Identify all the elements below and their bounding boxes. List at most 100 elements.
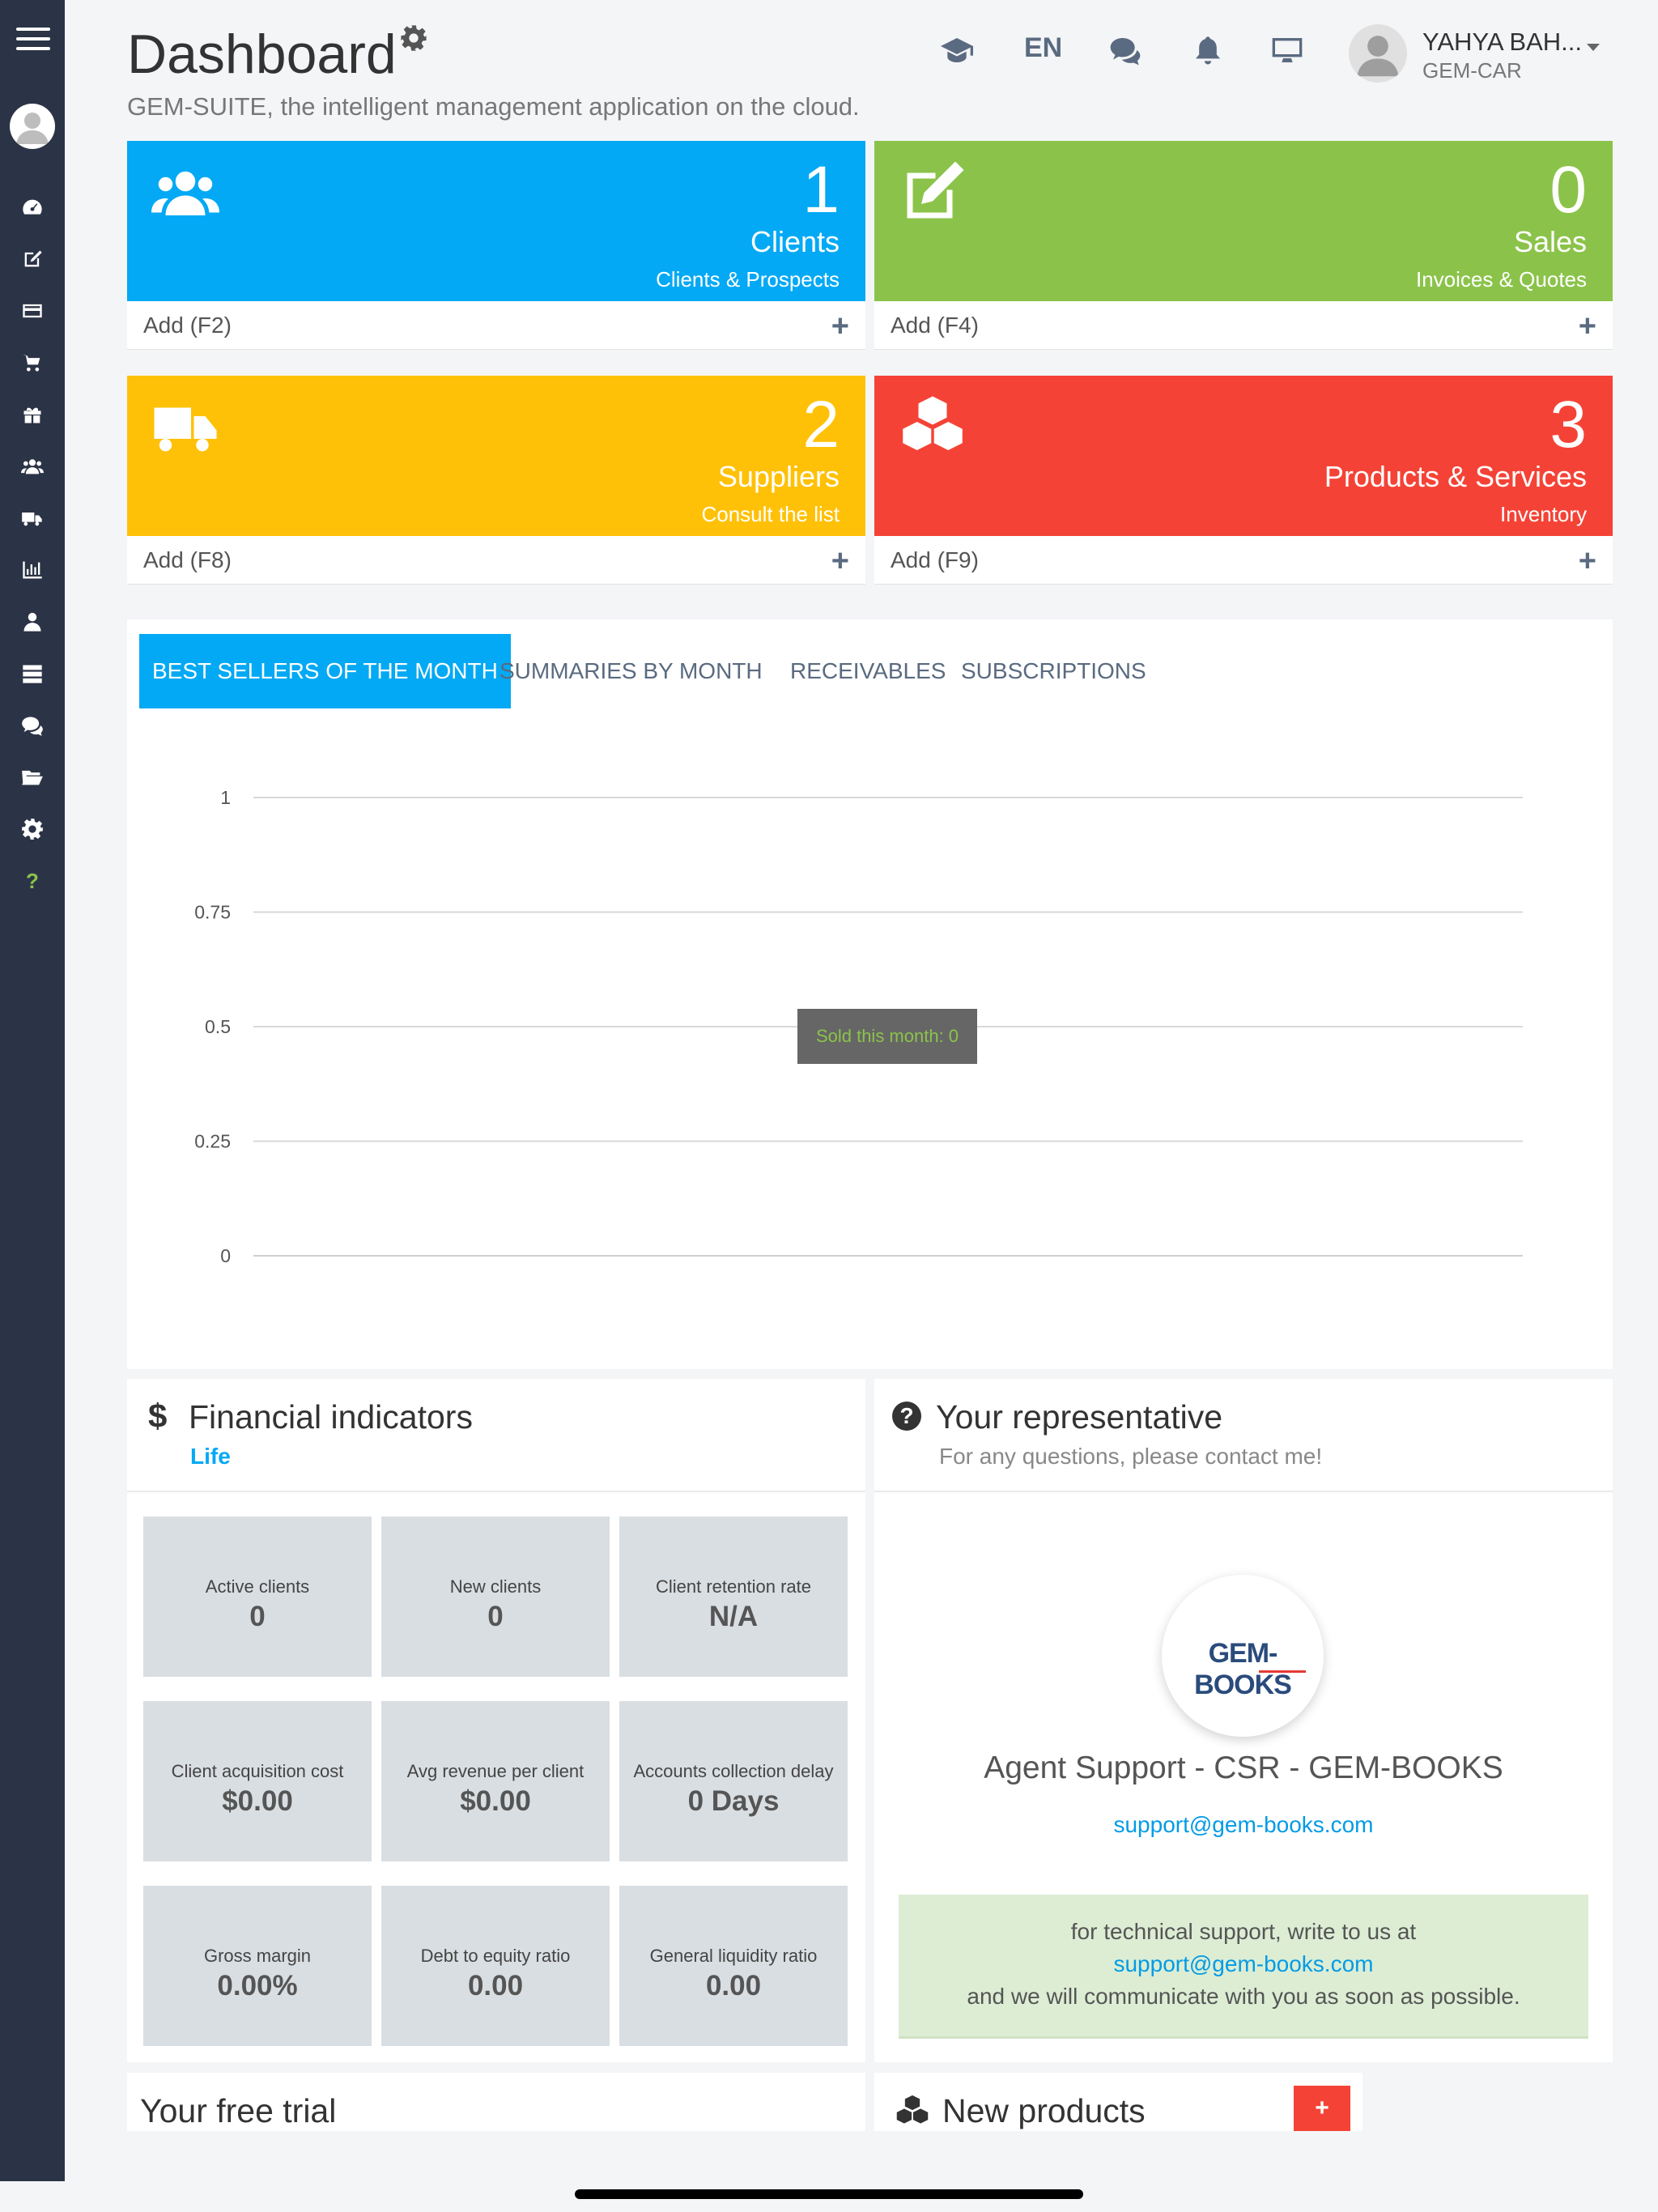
comments-icon[interactable] (1107, 32, 1143, 68)
tile-description: Inventory (1500, 502, 1587, 526)
kpi-card: Client retention rate N/A (619, 1516, 848, 1677)
kpi-value: 0 (487, 1601, 504, 1632)
kpi-card: Active clients 0 (143, 1516, 372, 1677)
home-indicator[interactable] (575, 2189, 1083, 2199)
kpi-value: 0.00% (217, 1970, 298, 2001)
add-client-button[interactable]: Add (F2) + (127, 301, 865, 350)
kpi-card: New clients 0 (381, 1516, 610, 1677)
plus-icon[interactable]: + (831, 544, 849, 579)
tile-sales[interactable]: 0 Sales Invoices & Quotes (874, 141, 1613, 301)
alert-text: and we will communicate with you as soon… (967, 1984, 1520, 2009)
y-tick-label: 0.5 (205, 1016, 231, 1037)
user-icon[interactable] (18, 607, 47, 636)
kpi-value: 0.00 (467, 1970, 524, 2001)
kpi-label: Avg revenue per client (406, 1761, 585, 1781)
folder-open-icon[interactable] (18, 763, 47, 792)
kpi-value: N/A (708, 1601, 759, 1632)
comments-icon[interactable] (18, 711, 47, 740)
tile-count: 3 (1550, 388, 1587, 462)
help-icon[interactable]: ? (18, 866, 47, 895)
alert-text: for technical support, write to us at (1070, 1919, 1417, 1944)
free-trial-panel: Your free trial (127, 2073, 865, 2131)
chart-tooltip: Sold this month: 0 (797, 1009, 977, 1064)
tile-products[interactable]: 3 Products & Services Inventory (874, 376, 1613, 536)
representative-name: Agent Support - CSR - GEM-BOOKS (984, 1750, 1503, 1785)
tile-description: Clients & Prospects (656, 267, 840, 291)
add-label: Add (F4) (891, 313, 979, 338)
tile-label: Clients (750, 225, 840, 258)
credit-card-icon[interactable] (18, 296, 47, 325)
question-circle-icon: ? (892, 1402, 921, 1431)
user-avatar[interactable] (1349, 24, 1407, 83)
tile-clients[interactable]: 1 Clients Clients & Prospects (127, 141, 865, 301)
kpi-card: Avg revenue per client $0.00 (381, 1701, 610, 1861)
user-name[interactable]: YAHYA BAH... (1422, 28, 1582, 57)
truck-icon (151, 393, 219, 462)
cart-icon[interactable] (18, 348, 47, 377)
dashboard-icon[interactable] (18, 193, 47, 222)
gem-books-logo: GEM-BOOKS (1162, 1575, 1324, 1737)
kpi-card: Client acquisition cost $0.00 (143, 1701, 372, 1861)
chart-panel: BEST SELLERS OF THE MONTH SUMMARIES BY M… (127, 619, 1613, 1369)
kpi-value: 0 (249, 1601, 266, 1632)
kpi-value: 0.00 (705, 1970, 762, 2001)
chart-area: 1 0.75 0.5 0.25 0 (194, 787, 1523, 1266)
dollar-icon: $ (148, 1397, 168, 1435)
kpi-label: Client retention rate (656, 1576, 811, 1597)
edit-icon[interactable] (18, 245, 47, 274)
tile-count: 0 (1550, 153, 1587, 227)
chevron-down-icon[interactable] (1587, 44, 1600, 51)
free-trial-title: Your free trial (140, 2092, 337, 2129)
kpi-label: Debt to equity ratio (420, 1946, 571, 1966)
add-new-product-button[interactable]: + (1294, 2086, 1350, 2131)
alert-email-link[interactable]: support@gem-books.com (899, 1951, 1588, 1977)
add-sale-button[interactable]: Add (F4) + (874, 301, 1613, 350)
settings-icon[interactable] (400, 24, 427, 52)
desktop-icon[interactable] (1269, 32, 1305, 68)
server-icon[interactable] (18, 659, 47, 688)
tile-suppliers[interactable]: 2 Suppliers Consult the list (127, 376, 865, 536)
language-selector[interactable]: EN (1024, 32, 1062, 64)
edit-icon (899, 159, 967, 227)
add-label: Add (F8) (143, 547, 232, 572)
divider (127, 1491, 865, 1492)
support-alert: for technical support, write to us at su… (899, 1895, 1588, 2039)
plus-icon[interactable]: + (1579, 309, 1596, 344)
gift-icon[interactable] (18, 400, 47, 429)
add-label: Add (F2) (143, 313, 232, 338)
users-icon[interactable] (18, 452, 47, 481)
cubes-icon (899, 393, 967, 462)
bell-icon[interactable] (1190, 32, 1226, 68)
menu-icon[interactable] (16, 28, 50, 50)
add-product-button[interactable]: Add (F9) + (874, 536, 1613, 585)
truck-icon[interactable] (18, 504, 47, 533)
kpi-label: General liquidity ratio (649, 1946, 818, 1966)
kpi-card: General liquidity ratio 0.00 (619, 1886, 848, 2046)
tile-count: 2 (802, 388, 840, 462)
tile-label: Products & Services (1324, 460, 1587, 493)
tile-count: 1 (802, 153, 840, 227)
tile-description: Invoices & Quotes (1416, 267, 1587, 291)
plus-icon[interactable]: + (831, 309, 849, 344)
y-tick-label: 0.75 (194, 902, 231, 923)
representative-email-link[interactable]: support@gem-books.com (874, 1812, 1613, 1838)
kpi-card: Debt to equity ratio 0.00 (381, 1886, 610, 2046)
bar-chart-icon[interactable] (18, 555, 47, 585)
period-selector[interactable]: Life (190, 1444, 231, 1470)
plus-icon[interactable]: + (1579, 544, 1596, 579)
divider (874, 1491, 1613, 1492)
kpi-value: $0.00 (222, 1785, 293, 1817)
add-supplier-button[interactable]: Add (F8) + (127, 536, 865, 585)
kpi-card: Accounts collection delay 0 Days (619, 1701, 848, 1861)
financial-title: Financial indicators (189, 1398, 473, 1436)
cubes-icon (892, 2094, 933, 2129)
tile-description: Consult the list (701, 502, 840, 526)
sidebar-avatar[interactable] (10, 104, 55, 149)
add-label: Add (F9) (891, 547, 979, 572)
settings-icon[interactable] (18, 815, 47, 844)
sidebar: ? (0, 0, 65, 2181)
graduation-cap-icon[interactable] (939, 32, 975, 68)
tile-label: Suppliers (717, 460, 840, 493)
users-icon (151, 159, 219, 227)
y-tick-label: 0 (220, 1245, 231, 1266)
